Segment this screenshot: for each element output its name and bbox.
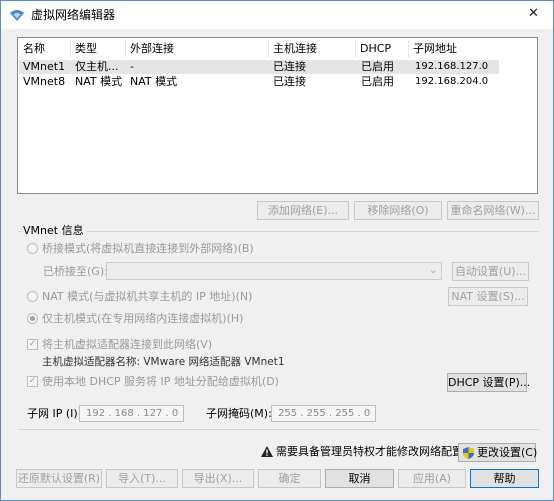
vmnet-info-divider — [18, 231, 539, 232]
adapter-name-text: 主机虚拟适配器名称: VMware 网络适配器 VMnet1 — [42, 356, 285, 368]
dhcp-settings-button[interactable]: DHCP 设置(P)... — [447, 373, 530, 392]
row-cell-name: VMnet8 — [23, 75, 66, 88]
add-network-button[interactable]: 添加网络(E)... — [257, 201, 349, 220]
chevron-down-icon: ⌄ — [429, 265, 438, 276]
column-header-subnet[interactable]: 子网地址 — [409, 40, 498, 58]
change-settings-label: 更改设置(C) — [477, 446, 538, 459]
subnet-mask-field[interactable]: 255 . 255 . 255 . 0 — [271, 405, 376, 422]
bridged-mode-radio[interactable] — [27, 243, 38, 254]
shield-icon — [463, 447, 474, 459]
row-cell-host: 已连接 — [273, 60, 306, 73]
nat-settings-button[interactable]: NAT 设置(S)... — [448, 287, 528, 306]
row-cell-external: - — [130, 60, 134, 73]
row-cell-dhcp: 已启用 — [361, 75, 394, 88]
subnet-mask-label: 子网掩码(M): — [206, 407, 272, 420]
restore-defaults-button[interactable]: 还原默认设置(R) — [16, 469, 102, 488]
row-cell-type: NAT 模式 — [75, 75, 123, 88]
row-cell-dhcp: 已启用 — [361, 60, 394, 73]
table-row[interactable]: VMnet8 NAT 模式 NAT 模式 已连接 已启用 192.168.204… — [19, 75, 499, 89]
host-only-mode-radio[interactable] — [27, 313, 38, 324]
vmnet-info-label: VMnet 信息 — [23, 224, 87, 238]
row-cell-external: NAT 模式 — [130, 75, 178, 88]
group-bottom-divider — [18, 429, 539, 430]
use-dhcp-label: 使用本地 DHCP 服务将 IP 地址分配给虚拟机(D) — [42, 375, 279, 388]
nat-mode-radio[interactable] — [27, 291, 38, 302]
admin-notice-text: 需要具备管理员特权才能修改网络配置。 — [276, 445, 474, 458]
column-header-dhcp[interactable]: DHCP — [356, 40, 409, 58]
virtual-network-editor-window: 虚拟网络编辑器 ✕ 名称 类型 外部连接 主机连接 DHCP 子网地址 VMne… — [0, 0, 554, 501]
subnet-ip-label: 子网 IP (I): — [27, 407, 82, 420]
rename-network-button[interactable]: 重命名网络(W)... — [447, 201, 539, 220]
row-cell-host: 已连接 — [273, 75, 306, 88]
cancel-button[interactable]: 取消 — [325, 469, 394, 488]
column-header-type[interactable]: 类型 — [71, 40, 126, 58]
auto-settings-button[interactable]: 自动设置(U)... — [452, 262, 529, 281]
host-only-mode-label: 仅主机模式(在专用网络内连接虚拟机)(H) — [42, 312, 244, 325]
column-header-external[interactable]: 外部连接 — [126, 40, 269, 58]
remove-network-button[interactable]: 移除网络(O) — [354, 201, 442, 220]
row-cell-subnet: 192.168.204.0 — [415, 76, 489, 87]
import-button[interactable]: 导入(T)... — [106, 469, 178, 488]
subnet-ip-field[interactable]: 192 . 168 . 127 . 0 — [79, 405, 184, 422]
connect-adapter-label: 将主机虚拟适配器连接到此网络(V) — [42, 338, 213, 351]
column-header-host[interactable]: 主机连接 — [269, 40, 356, 58]
row-cell-type: 仅主机... — [75, 60, 119, 73]
bridged-to-label: 已桥接至(G): — [43, 265, 108, 278]
nat-mode-label: NAT 模式(与虚拟机共享主机的 IP 地址)(N) — [42, 290, 253, 303]
ok-button[interactable]: 确定 — [258, 469, 321, 488]
network-list[interactable]: 名称 类型 外部连接 主机连接 DHCP 子网地址 VMnet1 仅主机... … — [17, 37, 538, 194]
row-cell-name: VMnet1 — [23, 60, 66, 73]
network-icon — [10, 10, 24, 21]
apply-button[interactable]: 应用(A) — [398, 469, 466, 488]
change-settings-button[interactable]: 更改设置(C) — [458, 443, 538, 462]
connect-adapter-checkbox[interactable]: ✓ — [27, 339, 38, 350]
help-button[interactable]: 帮助 — [470, 469, 539, 488]
bridged-to-select[interactable]: ⌄ — [106, 262, 442, 280]
row-cell-subnet: 192.168.127.0 — [415, 61, 489, 72]
table-row[interactable]: VMnet1 仅主机... - 已连接 已启用 192.168.127.0 — [19, 60, 499, 74]
title-bar: 虚拟网络编辑器 ✕ — [1, 1, 553, 29]
use-dhcp-checkbox[interactable]: ✓ — [27, 376, 38, 387]
window-title: 虚拟网络编辑器 — [31, 8, 116, 22]
bridged-mode-label: 桥接模式(将虚拟机直接连接到外部网络)(B) — [42, 242, 254, 255]
warning-icon — [261, 446, 273, 457]
column-header-name[interactable]: 名称 — [19, 40, 71, 58]
export-button[interactable]: 导出(X)... — [182, 469, 254, 488]
close-icon[interactable]: ✕ — [528, 7, 539, 21]
